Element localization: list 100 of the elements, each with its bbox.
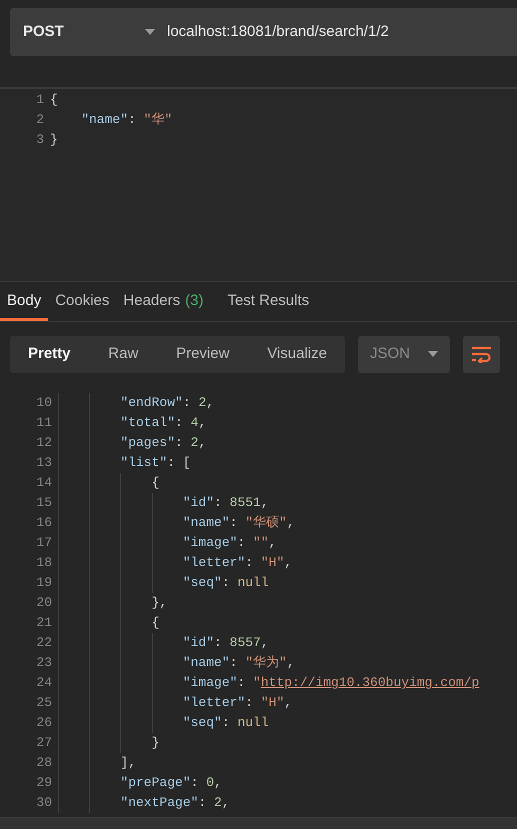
- json-key: "image": [182, 533, 238, 553]
- view-mode-tab[interactable]: Pretty: [18, 339, 81, 369]
- json-punctuation: :: [237, 674, 246, 692]
- json-punctuation: :: [198, 794, 208, 812]
- json-punctuation: :: [190, 774, 200, 792]
- json-key: "total": [120, 413, 176, 433]
- json-punctuation: :: [175, 414, 184, 432]
- json-link[interactable]: http://img10.360buyimg.com/p: [260, 673, 480, 693]
- json-punctuation: {: [152, 474, 160, 492]
- json-punctuation: :: [222, 574, 231, 592]
- json-punctuation: ,: [284, 554, 292, 572]
- line-number: 13: [35, 454, 53, 472]
- response-tab[interactable]: Body: [0, 285, 48, 321]
- json-string: "H": [260, 694, 284, 712]
- json-key: "list": [120, 453, 168, 473]
- json-key: "endRow": [120, 393, 183, 413]
- json-punctuation: :: [128, 111, 137, 130]
- json-punctuation: ],: [120, 754, 136, 772]
- json-number: 2: [190, 434, 198, 452]
- json-key: "id": [182, 493, 214, 513]
- json-key: "letter": [182, 693, 246, 713]
- json-punctuation: {: [152, 614, 160, 632]
- json-number: 0: [206, 774, 214, 792]
- line-number: 30: [35, 794, 53, 812]
- json-punctuation: {: [50, 91, 58, 110]
- json-punctuation: ,: [286, 514, 295, 532]
- json-key: "prePage": [120, 773, 191, 793]
- view-mode-tab[interactable]: Raw: [98, 339, 148, 369]
- url-field[interactable]: localhost:18081/brand/search/1/2: [160, 20, 517, 44]
- json-key: "id": [182, 633, 214, 653]
- json-punctuation: :: [214, 634, 223, 652]
- json-punctuation: }: [152, 734, 160, 752]
- json-punctuation: :: [245, 554, 254, 572]
- json-string: ": [253, 674, 261, 692]
- line-number: 28: [35, 754, 53, 772]
- line-number: 1: [35, 91, 45, 110]
- response-tab[interactable]: Cookies: [48, 285, 116, 321]
- wrap-lines-icon: [471, 346, 492, 362]
- view-mode-tab[interactable]: Preview: [166, 339, 240, 369]
- json-key: "letter": [182, 553, 246, 573]
- json-punctuation: ,: [284, 694, 292, 712]
- json-string: "H": [260, 554, 284, 572]
- line-number: 11: [35, 414, 53, 432]
- method-dropdown[interactable]: POST: [10, 8, 160, 56]
- json-string: "": [253, 534, 269, 552]
- json-number: 8557: [230, 634, 261, 652]
- json-punctuation: : [: [167, 454, 191, 472]
- json-string: "华为": [245, 654, 287, 672]
- view-mode-tab[interactable]: Visualize: [257, 339, 337, 369]
- line-number: 12: [35, 434, 53, 452]
- json-number: 8551: [230, 494, 261, 512]
- line-number: 22: [35, 634, 53, 652]
- json-punctuation: :: [230, 514, 238, 532]
- json-punctuation: ,: [206, 394, 214, 412]
- line-number: 20: [35, 594, 53, 612]
- json-key: "name": [182, 653, 230, 673]
- json-number: 2: [198, 394, 206, 412]
- line-number: 27: [35, 734, 53, 752]
- json-punctuation: }: [50, 131, 58, 150]
- line-number: 2: [35, 111, 45, 130]
- json-punctuation: :: [237, 534, 246, 552]
- caret-icon: [428, 351, 438, 357]
- json-key: "seq": [182, 573, 222, 593]
- json-key: "pages": [120, 433, 176, 453]
- json-number: 4: [190, 414, 198, 432]
- json-punctuation: ,: [198, 414, 206, 432]
- json-key: "name": [81, 110, 128, 130]
- line-number: 29: [35, 774, 53, 792]
- line-number: 3: [35, 131, 45, 150]
- json-null: null: [237, 574, 269, 592]
- line-number: 23: [35, 654, 53, 672]
- json-punctuation: :: [175, 434, 184, 452]
- json-punctuation: ,: [214, 774, 222, 792]
- wrap-lines-button[interactable]: [463, 336, 500, 372]
- json-punctuation: ,: [268, 534, 276, 552]
- json-punctuation: ,: [222, 794, 230, 812]
- line-number: 16: [35, 514, 53, 532]
- line-number: 25: [35, 694, 53, 712]
- line-number: 18: [35, 554, 53, 572]
- line-number: 24: [35, 674, 53, 692]
- json-number: 2: [214, 794, 222, 812]
- json-punctuation: },: [152, 594, 168, 612]
- json-string: "华": [144, 111, 172, 130]
- json-key: "image": [182, 673, 238, 693]
- json-punctuation: :: [245, 694, 254, 712]
- line-number: 15: [35, 494, 53, 512]
- line-number: 19: [35, 574, 53, 592]
- json-null: null: [237, 714, 269, 732]
- response-tab[interactable]: Headers (3): [116, 285, 210, 321]
- response-tab[interactable]: Test Results: [220, 285, 316, 321]
- json-punctuation: :: [182, 394, 192, 412]
- line-number: 14: [35, 474, 53, 492]
- json-punctuation: :: [214, 494, 223, 512]
- json-punctuation: ,: [260, 634, 269, 652]
- line-number: 26: [35, 714, 53, 732]
- json-punctuation: :: [222, 714, 231, 732]
- json-key: "name": [182, 513, 230, 533]
- json-punctuation: ,: [286, 654, 295, 672]
- line-number: 10: [35, 394, 53, 412]
- line-number: 17: [35, 534, 53, 552]
